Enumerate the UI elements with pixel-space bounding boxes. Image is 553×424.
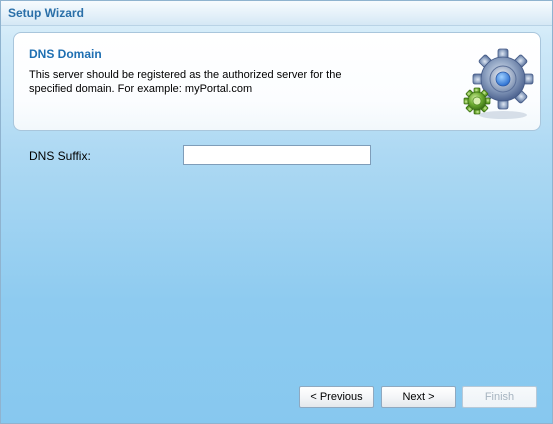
next-button[interactable]: Next > (381, 386, 456, 408)
step-title: DNS Domain (29, 47, 102, 61)
previous-button[interactable]: < Previous (299, 386, 374, 408)
step-header-panel: DNS Domain This server should be registe… (13, 32, 541, 131)
dns-suffix-label: DNS Suffix: (29, 149, 91, 163)
title-bar: Setup Wizard (1, 1, 552, 26)
step-description: This server should be registered as the … (29, 69, 342, 95)
setup-wizard-window: Setup Wizard DNS Domain This server shou… (0, 0, 553, 424)
finish-button[interactable]: Finish (462, 386, 537, 408)
gears-icon (463, 48, 534, 119)
window-title: Setup Wizard (8, 6, 84, 20)
dns-suffix-input[interactable] (183, 145, 371, 165)
